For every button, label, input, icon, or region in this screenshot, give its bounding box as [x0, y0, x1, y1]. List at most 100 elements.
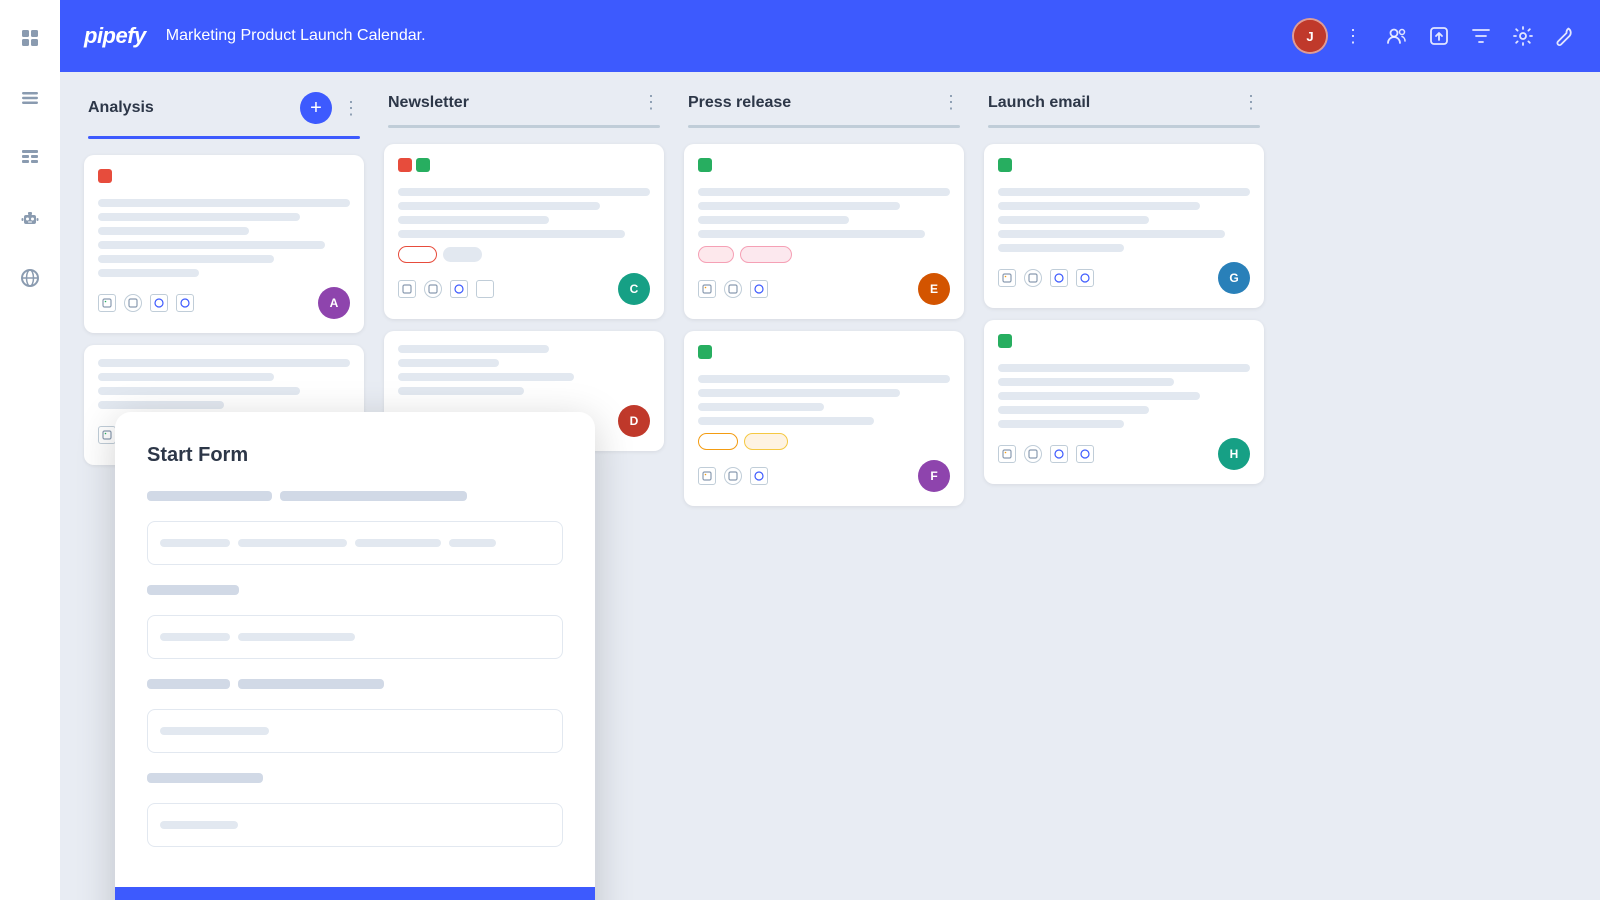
- card-icon-3[interactable]: [1050, 269, 1068, 287]
- card-icon-1[interactable]: [698, 467, 716, 485]
- sidebar-icon-globe[interactable]: [12, 260, 48, 296]
- sidebar-icon-grid[interactable]: [12, 20, 48, 56]
- avatar-analysis-1: A: [318, 287, 350, 319]
- spacer: [776, 285, 794, 293]
- badge-orange-fill: [744, 433, 788, 450]
- card-footer: F: [698, 460, 950, 492]
- card-icon-2[interactable]: [724, 467, 742, 485]
- header-left: pipefy Marketing Product Launch Calendar…: [84, 23, 426, 49]
- card-icons: [98, 294, 194, 312]
- card-badges: [698, 433, 950, 450]
- label-skeleton: [147, 773, 263, 783]
- tag-green: [698, 345, 712, 359]
- column-analysis-add-button[interactable]: +: [300, 92, 332, 124]
- skeleton: [698, 230, 925, 238]
- form-input-4[interactable]: [147, 803, 563, 847]
- card-icon-3[interactable]: [750, 280, 768, 298]
- skeleton: [998, 420, 1124, 428]
- card-tags: [398, 158, 650, 180]
- card-press-1: E: [684, 144, 964, 319]
- form-input-3[interactable]: [147, 709, 563, 753]
- tag-green: [698, 158, 712, 172]
- card-footer: G: [998, 262, 1250, 294]
- sidebar-icon-robot[interactable]: [12, 200, 48, 236]
- skeleton: [398, 345, 549, 353]
- spacer: [776, 472, 794, 480]
- card-newsletter-1: C: [384, 144, 664, 319]
- card-icon-1[interactable]: [998, 269, 1016, 287]
- column-analysis-line: [88, 136, 360, 139]
- column-newsletter-menu[interactable]: ⋮: [642, 92, 660, 113]
- card-tags: [698, 158, 950, 180]
- sidebar-icon-table[interactable]: [12, 140, 48, 176]
- wrench-icon[interactable]: [1554, 25, 1576, 47]
- tag-green: [998, 158, 1012, 172]
- sidebar: [0, 0, 60, 900]
- form-field-3: [147, 679, 563, 753]
- user-avatar[interactable]: J: [1292, 18, 1328, 54]
- card-icons: [398, 280, 494, 298]
- card-icon-1[interactable]: [398, 280, 416, 298]
- settings-icon[interactable]: [1512, 25, 1534, 47]
- card-icon-4[interactable]: [476, 280, 494, 298]
- export-icon[interactable]: [1428, 25, 1450, 47]
- card-icon-2[interactable]: [1024, 269, 1042, 287]
- placeholder-block: [238, 633, 355, 641]
- card-icon-3[interactable]: [1050, 445, 1068, 463]
- skeleton: [998, 230, 1225, 238]
- card-icon-2[interactable]: [1024, 445, 1042, 463]
- form-input-2[interactable]: [147, 615, 563, 659]
- avatar-press-1: E: [918, 273, 950, 305]
- skeleton: [398, 373, 574, 381]
- skeleton: [98, 227, 249, 235]
- avatar-launch-1: G: [1218, 262, 1250, 294]
- column-newsletter-title: Newsletter: [388, 94, 632, 112]
- form-input-1[interactable]: [147, 521, 563, 565]
- tag-green: [998, 334, 1012, 348]
- card-icon-1[interactable]: [98, 426, 116, 444]
- skeleton: [998, 216, 1149, 224]
- card-icon-1[interactable]: [98, 294, 116, 312]
- card-icon-2[interactable]: [124, 294, 142, 312]
- column-press-release-menu[interactable]: ⋮: [942, 92, 960, 113]
- card-icon-4[interactable]: [176, 294, 194, 312]
- skeleton: [698, 389, 900, 397]
- avatar-newsletter-2: D: [618, 405, 650, 437]
- skeleton: [98, 199, 350, 207]
- header-menu-icon[interactable]: ⋮: [1344, 26, 1362, 47]
- skeleton: [98, 241, 325, 249]
- card-icon-3[interactable]: [450, 280, 468, 298]
- skeleton: [998, 188, 1250, 196]
- placeholder-block: [160, 539, 230, 547]
- card-icon-1[interactable]: [998, 445, 1016, 463]
- placeholder-block: [355, 539, 441, 547]
- card-icon-2[interactable]: [424, 280, 442, 298]
- modal-title: Start Form: [147, 444, 563, 467]
- card-icon-3[interactable]: [750, 467, 768, 485]
- card-icon-2[interactable]: [724, 280, 742, 298]
- skeleton: [698, 216, 849, 224]
- column-launch-email-title: Launch email: [988, 94, 1232, 112]
- skeleton: [398, 188, 650, 196]
- card-icon-4[interactable]: [1076, 445, 1094, 463]
- column-launch-email-menu[interactable]: ⋮: [1242, 92, 1260, 113]
- skeleton: [998, 406, 1149, 414]
- filter-icon[interactable]: [1470, 25, 1492, 47]
- sidebar-icon-list[interactable]: [12, 80, 48, 116]
- label-skeleton: [280, 491, 467, 501]
- skeleton: [998, 202, 1200, 210]
- card-footer: A: [98, 287, 350, 319]
- header-right: J ⋮: [1292, 18, 1576, 54]
- form-field-4: [147, 773, 563, 847]
- card-icon-3[interactable]: [150, 294, 168, 312]
- skeleton: [698, 403, 824, 411]
- skeleton: [98, 387, 300, 395]
- column-analysis-menu[interactable]: ⋮: [342, 98, 360, 119]
- skeleton: [998, 392, 1200, 400]
- people-icon[interactable]: [1386, 25, 1408, 47]
- create-new-card-button[interactable]: Create new card: [115, 887, 595, 900]
- badge-pink-2: [740, 246, 792, 263]
- card-icon-4[interactable]: [1076, 269, 1094, 287]
- card-icon-1[interactable]: [698, 280, 716, 298]
- main-content: pipefy Marketing Product Launch Calendar…: [60, 0, 1600, 900]
